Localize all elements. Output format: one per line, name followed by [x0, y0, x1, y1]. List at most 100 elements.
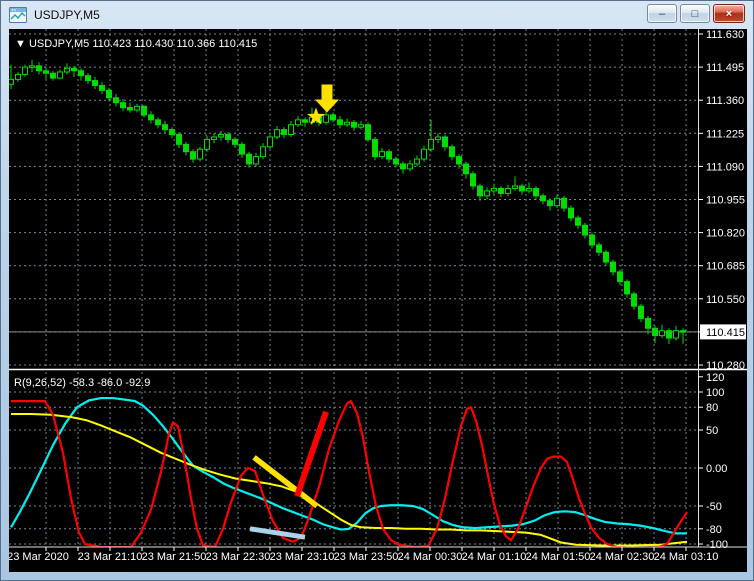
candle-body — [218, 134, 224, 138]
candle-body — [29, 65, 35, 68]
candle-body — [554, 197, 560, 207]
candle-body — [393, 158, 399, 165]
candle-body — [470, 173, 476, 187]
candle-body — [421, 148, 427, 160]
candle-body — [267, 136, 273, 148]
time-axis-label: 24 Mar 02:30 — [590, 551, 655, 563]
candle-body — [9, 78, 14, 85]
candle-body — [526, 187, 532, 192]
candle-body — [659, 330, 665, 337]
candle-body — [323, 114, 329, 123]
candle-body — [120, 102, 126, 109]
candle-body — [498, 187, 504, 194]
price-axis-label: 111.630 — [706, 29, 744, 41]
candle-body — [596, 244, 602, 253]
candle-body — [491, 187, 497, 192]
candle-body — [575, 217, 581, 226]
candle-body — [631, 293, 637, 307]
candle-body — [512, 185, 518, 189]
candle-body — [169, 129, 175, 136]
price-axis-label: 111.225 — [706, 128, 744, 140]
candle-body — [57, 71, 63, 79]
time-axis-label: 24 Mar 03:10 — [654, 551, 719, 563]
candle-body — [337, 119, 343, 126]
candle-body — [85, 75, 91, 82]
candle-body — [351, 121, 357, 128]
chart-window: USDJPY,M5 – □ × 111.630 111.495 111.360 111… — [0, 0, 754, 581]
candle-body — [666, 330, 672, 339]
candle-body — [561, 197, 567, 209]
candle-body — [652, 327, 658, 337]
candle-body — [463, 163, 469, 175]
candle-body — [568, 207, 574, 219]
candle-body — [358, 124, 364, 128]
chart-canvas[interactable]: 111.630 111.495 111.360 111.225 111.090 110.9… — [9, 29, 747, 572]
indicator-axis-label: 50 — [706, 425, 718, 437]
candle-body — [624, 281, 630, 295]
candle-body — [302, 119, 308, 123]
chart-client-area: 111.630 111.495 111.360 111.225 111.090 110.9… — [9, 29, 747, 572]
candle-body — [435, 136, 441, 140]
window-title: USDJPY,M5 — [34, 8, 100, 22]
candle-body — [225, 134, 231, 140]
time-axis-label: 24 Mar 01:10 — [462, 551, 527, 563]
close-button[interactable]: × — [713, 4, 745, 23]
candle-body — [155, 119, 161, 126]
indicator-label: R(9,26,52) -58.3 -86.0 -92.9 — [14, 377, 150, 389]
candle-body — [456, 156, 462, 165]
current-price-label: 110.415 — [706, 327, 745, 339]
price-axis-label: 111.495 — [706, 62, 744, 74]
candle-body — [260, 146, 266, 158]
candle-body — [274, 129, 280, 138]
candle-body — [638, 305, 644, 319]
candle-body — [204, 138, 210, 150]
candle-body — [484, 190, 490, 197]
candle-body — [162, 124, 168, 131]
candle-body — [190, 151, 196, 160]
candle-body — [400, 163, 406, 170]
candle-body — [43, 70, 49, 74]
candle-body — [610, 261, 616, 273]
candle-body — [281, 129, 287, 136]
candle-body — [533, 187, 539, 197]
restore-icon: □ — [691, 7, 699, 20]
candle-body — [547, 200, 553, 207]
indicator-axis-label: -80 — [706, 524, 722, 536]
candle-body — [246, 153, 252, 165]
candle-body — [92, 80, 98, 86]
indicator-axis-label: 0.00 — [706, 463, 727, 475]
candle-body — [71, 67, 77, 72]
candle-body — [386, 151, 392, 160]
candle-body — [365, 124, 371, 140]
candle-body — [239, 143, 245, 155]
minimize-icon: – — [658, 7, 666, 20]
time-axis-label: 23 Mar 22:30 — [206, 551, 271, 563]
candle-body — [617, 271, 623, 283]
titlebar[interactable]: USDJPY,M5 – □ × — [1, 1, 753, 29]
down-arrow-icon — [321, 84, 333, 100]
time-axis-label: 23 Mar 23:10 — [270, 551, 335, 563]
candle-body — [288, 124, 294, 136]
candle-body — [414, 158, 420, 165]
candle-body — [232, 138, 238, 145]
candle-body — [134, 105, 140, 111]
price-axis-label: 111.090 — [706, 161, 744, 173]
indicator-axis-label: -50 — [706, 501, 722, 513]
candle-body — [211, 136, 217, 140]
minimize-button[interactable]: – — [647, 4, 677, 23]
candle-body — [183, 143, 189, 153]
time-axis-label: 23 Mar 2020 — [9, 551, 69, 563]
candle-body — [127, 107, 133, 111]
candle-body — [582, 224, 588, 236]
time-axis-label: 23 Mar 21:10 — [78, 551, 143, 563]
candle-body — [442, 136, 448, 148]
candle-body — [176, 134, 182, 145]
candle-body — [519, 185, 525, 192]
candle-body — [253, 156, 259, 165]
candle-body — [36, 65, 42, 72]
chart-window-icon — [9, 7, 27, 23]
restore-button[interactable]: □ — [680, 4, 710, 23]
price-axis-label: 110.955 — [706, 195, 745, 207]
price-axis-label: 110.820 — [706, 228, 745, 240]
price-axis-label: 110.280 — [706, 360, 745, 372]
